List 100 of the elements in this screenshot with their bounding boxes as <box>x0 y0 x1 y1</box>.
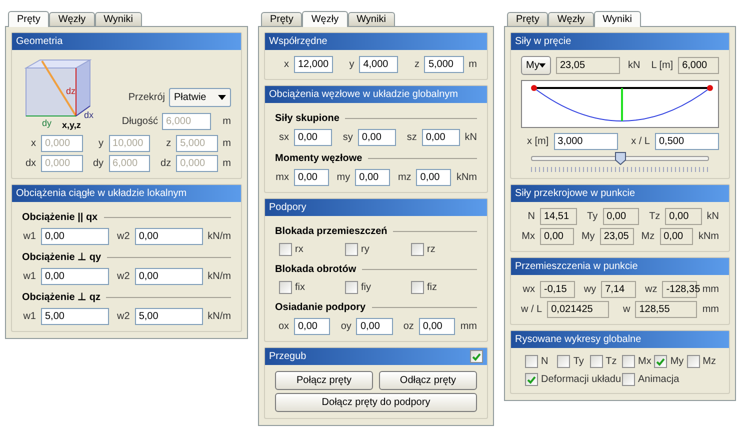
field-label: y <box>348 58 354 72</box>
tab[interactable]: Węzły <box>548 12 594 26</box>
input-field[interactable]: 0,00 <box>660 228 694 245</box>
tab[interactable]: Węzły <box>302 11 348 27</box>
input-field[interactable]: 0,00 <box>356 318 393 335</box>
action-button[interactable]: Odłącz pręty <box>379 371 477 390</box>
checkbox[interactable] <box>525 373 538 386</box>
checkbox[interactable] <box>557 355 570 368</box>
input-field[interactable]: 7,14 <box>601 281 636 298</box>
input-field[interactable]: 0,00 <box>294 318 330 335</box>
field-label: Tz <box>648 210 660 224</box>
support-dot <box>707 85 713 91</box>
checkbox[interactable] <box>345 281 358 294</box>
field-label: kN <box>464 131 477 145</box>
tab[interactable]: Pręty <box>507 12 548 26</box>
axis-label: dy <box>42 118 52 128</box>
field-label: m <box>468 58 477 72</box>
input-field[interactable]: 14,51 <box>540 208 577 225</box>
field-label: fix <box>295 281 306 295</box>
input-field[interactable]: 0,00 <box>602 208 640 225</box>
field-label: Mx <box>638 355 652 369</box>
input-field[interactable]: 0,00 <box>41 228 109 245</box>
tab[interactable]: Wyniki <box>348 12 395 26</box>
input-field[interactable]: 0,00 <box>134 228 203 245</box>
section-title: Geometria <box>16 35 63 49</box>
field-label: My <box>670 355 685 369</box>
caret-icon <box>539 63 546 68</box>
input-field[interactable]: 23,05 <box>556 57 620 74</box>
field-label: z <box>165 137 172 151</box>
section-title: Współrzędne <box>269 35 328 49</box>
field-label: mm <box>702 283 719 297</box>
tab[interactable]: Pręty <box>261 12 302 26</box>
input-field[interactable]: -128,35 <box>662 281 698 298</box>
input-field[interactable]: 0,500 <box>655 133 719 150</box>
check-icon <box>656 358 666 366</box>
input-field[interactable]: 0,00 <box>665 208 702 225</box>
action-button[interactable]: Połącz pręty <box>275 371 373 390</box>
field-label: mm <box>702 303 719 317</box>
section-title: Obciążenia węzłowe w układzie globalnym <box>269 88 458 102</box>
input-field[interactable]: 0,00 <box>416 169 452 186</box>
input-field[interactable]: 0,00 <box>41 268 109 285</box>
input-field[interactable]: 0,00 <box>418 318 456 335</box>
slider-thumb[interactable] <box>615 152 626 165</box>
input-field[interactable]: 0,00 <box>294 169 330 186</box>
input-field[interactable]: 0,00 <box>294 129 332 146</box>
field-label: mz <box>396 171 412 185</box>
action-button[interactable]: Dołącz pręty do podpory <box>275 393 477 412</box>
input-field[interactable]: 23,05 <box>600 228 634 245</box>
input-field[interactable]: -0,15 <box>540 281 576 298</box>
input-field[interactable]: 5,000 <box>424 56 464 73</box>
field-label: w2 <box>116 230 130 244</box>
checkbox[interactable] <box>470 350 483 363</box>
tab[interactable]: Pręty <box>8 11 50 27</box>
checkbox[interactable] <box>622 373 635 386</box>
field-label: sx <box>278 131 289 145</box>
field-label: ox <box>277 320 289 334</box>
field-label: m <box>222 157 231 171</box>
input-field[interactable]: 3,000 <box>554 133 618 150</box>
checkbox[interactable] <box>654 355 668 368</box>
checkbox[interactable] <box>525 355 538 368</box>
group-heading: Blokada przemieszczeń <box>275 225 388 239</box>
input-field[interactable]: 0,00 <box>134 268 203 285</box>
input-field[interactable]: 0,00 <box>540 228 574 245</box>
section-title: Przegub <box>269 350 306 364</box>
field-label: Tz <box>606 355 618 369</box>
field-label: Długość <box>122 115 158 129</box>
field-label: x <box>30 137 36 151</box>
checkbox[interactable] <box>590 355 603 368</box>
input-field[interactable]: 0,00 <box>355 169 390 186</box>
checkbox[interactable] <box>279 243 292 256</box>
checkbox[interactable] <box>622 355 635 368</box>
checkbox[interactable] <box>279 281 292 294</box>
field-label: w <box>622 303 630 317</box>
tab[interactable]: Węzły <box>49 12 95 26</box>
input-field[interactable]: 0,00 <box>358 129 396 146</box>
tab[interactable]: Wyniki <box>594 11 641 27</box>
section-title: Rysowane wykresy globalne <box>515 333 642 347</box>
checkbox[interactable] <box>411 243 424 256</box>
input-field[interactable]: 5,00 <box>134 308 203 325</box>
field-label: kN/m <box>208 270 231 284</box>
group-heading: Obciążenie ⊥ qy <box>22 251 102 265</box>
field-label: mx <box>275 171 289 185</box>
field-label: oy <box>340 320 352 334</box>
input-field[interactable]: 0,021425 <box>547 301 610 318</box>
input-field[interactable]: 4,000 <box>359 56 398 73</box>
section-marker-line <box>621 88 623 121</box>
input-field[interactable]: 12,000 <box>294 56 334 73</box>
field-label: oz <box>402 320 414 334</box>
tab[interactable]: Wyniki <box>94 12 142 26</box>
axis-label: dz <box>66 86 76 96</box>
input-field[interactable]: 0,00 <box>422 129 460 146</box>
input-field[interactable]: 5,00 <box>41 308 109 325</box>
field-label: dy <box>92 157 104 171</box>
checkbox[interactable] <box>686 355 700 368</box>
checkbox[interactable] <box>345 243 358 256</box>
field-label: m <box>222 115 231 129</box>
input-field[interactable]: 128,55 <box>635 301 698 318</box>
checkbox[interactable] <box>411 281 424 294</box>
force-dropdown[interactable]: My <box>521 56 551 75</box>
input-field[interactable]: 6,000 <box>678 57 719 74</box>
